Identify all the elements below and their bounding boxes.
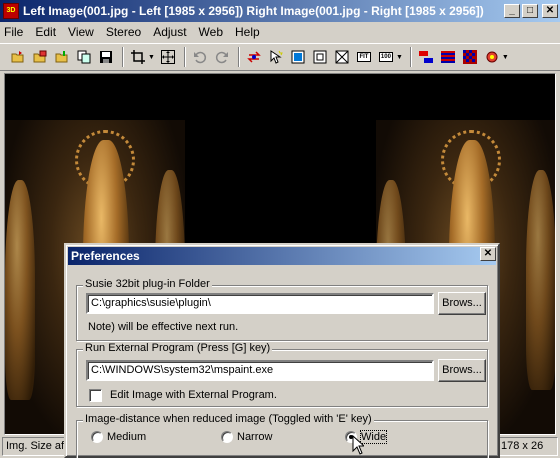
menu-adjust[interactable]: Adjust [153,25,186,39]
external-program-label: Run External Program (Press [G] key) [83,342,273,354]
statue [5,180,35,400]
title-bar: 3D Left Image(001.jpg - Left [1985 x 295… [0,0,560,22]
susie-note: Note) will be effective next run. [88,321,239,333]
lines-icon[interactable] [438,47,458,67]
external-program-input[interactable]: C:\WINDOWS\system32\mspaint.exe [86,360,434,381]
full-icon[interactable] [332,47,352,67]
edit-external-checkbox[interactable] [89,389,102,402]
select-icon[interactable] [266,47,286,67]
mouse-cursor-icon [352,435,364,455]
toolbar-separator [183,47,186,67]
zoom-dropdown-icon[interactable]: ▼ [396,54,403,61]
radio-medium[interactable] [91,431,103,443]
fit-window-icon[interactable] [288,47,308,67]
radio-narrow-label: Narrow [237,431,273,443]
edit-external-label: Edit Image with External Program. [110,389,277,401]
open-stereo-icon[interactable] [52,47,72,67]
statue [526,170,555,390]
crop-dropdown-icon[interactable]: ▼ [148,54,155,61]
zoom-100-icon[interactable]: 100 [376,47,396,67]
external-browse-button[interactable]: Brows... [438,359,486,382]
susie-plugin-group: Susie 32bit plug-in Folder C:\graphics\s… [76,278,488,341]
menu-stereo[interactable]: Stereo [106,25,141,39]
dialog-title: Preferences [68,247,496,265]
fit-icon[interactable]: FIT [354,47,374,67]
open-pair-icon[interactable] [30,47,50,67]
susie-browse-button[interactable]: Brows... [438,292,486,315]
save-icon[interactable] [96,47,116,67]
minimize-button[interactable]: _ [504,4,520,18]
fit-label: FIT [359,54,369,60]
toolbar-separator [409,47,412,67]
swap-icon[interactable] [244,47,264,67]
crop-icon[interactable] [128,47,148,67]
preferences-dialog: Preferences ✕ Susie 32bit plug-in Folder… [64,243,500,458]
image-distance-label: Image-distance when reduced image (Toggl… [83,413,374,425]
frame-icon[interactable] [310,47,330,67]
anaglyph-icon[interactable] [460,47,480,67]
external-program-group: Run External Program (Press [G] key) C:\… [76,342,488,407]
settings-icon[interactable] [482,47,502,67]
toolbar-separator [122,47,124,67]
move-icon[interactable] [158,47,178,67]
undo-icon[interactable] [190,47,210,67]
close-button[interactable]: ✕ [542,4,558,18]
radio-wide-label: Wide [359,430,388,444]
menu-view[interactable]: View [68,25,94,39]
zoom-label: 100 [380,54,391,60]
app-icon[interactable]: 3D [3,3,19,19]
image-distance-group: Image-distance when reduced image (Toggl… [76,413,488,458]
dialog-close-button[interactable]: ✕ [480,247,496,261]
susie-folder-input[interactable]: C:\graphics\susie\plugin\ [86,293,434,314]
menu-bar: File Edit View Stereo Adjust Web Help [0,23,560,41]
color-mode-icon[interactable] [416,47,436,67]
open-folder-icon[interactable] [8,47,28,67]
toolbar-separator [237,47,240,67]
radio-narrow[interactable] [221,431,233,443]
toolbar: ▼ FIT 100 ▼ ▼ [0,43,560,71]
menu-file[interactable]: File [4,25,23,39]
maximize-button[interactable]: □ [522,4,538,18]
window-title: Left Image(001.jpg - Left [1985 x 2956])… [23,4,484,18]
settings-dropdown-icon[interactable]: ▼ [502,54,509,61]
menu-web[interactable]: Web [199,25,223,39]
radio-medium-label: Medium [107,431,147,443]
status-dimensions: 178 x 26 [496,437,558,456]
redo-icon[interactable] [212,47,232,67]
susie-plugin-label: Susie 32bit plug-in Folder [83,278,212,290]
menu-help[interactable]: Help [235,25,260,39]
copy-icon[interactable] [74,47,94,67]
menu-edit[interactable]: Edit [35,25,56,39]
